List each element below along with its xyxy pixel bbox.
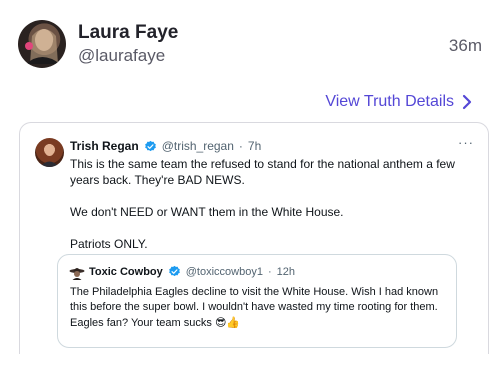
tweet-author-name: Trish Regan (70, 139, 139, 153)
quoted-time: 12h (276, 265, 295, 278)
verified-badge-icon (168, 265, 180, 277)
quoted-author-name: Toxic Cowboy (89, 265, 163, 278)
author-avatar[interactable] (18, 20, 66, 68)
view-truth-details-link[interactable]: View Truth Details (325, 93, 472, 111)
quoted-tweet-text: The Philadelphia Eagles decline to visit… (70, 286, 439, 329)
tweet-paragraph: Patriots ONLY. (70, 237, 148, 251)
author-handle[interactable]: @laurafaye (78, 46, 165, 66)
profile-photo-icon (25, 29, 60, 64)
tweet-header: Trish Regan @trish_regan · 7h (70, 139, 261, 153)
truth-post: Laura Faye @laurafaye 36m View Truth Det… (0, 0, 500, 365)
quoted-tweet-body: The Philadelphia Eagles decline to visit… (70, 285, 450, 331)
view-truth-details-label: View Truth Details (325, 93, 454, 110)
tweet-author-avatar (35, 138, 64, 167)
verified-badge-icon (144, 140, 156, 151)
post-header: Laura Faye @laurafaye 36m (0, 0, 500, 90)
tweet-time: 7h (247, 139, 262, 153)
post-timestamp[interactable]: 36m (449, 36, 482, 56)
emoji-sunglasses-thumbsup-icon: 😎👍 (214, 316, 241, 329)
quoted-tweet-card[interactable]: Toxic Cowboy @toxiccowboy1 · 12h The Phi… (57, 254, 457, 348)
cowboy-avatar-icon (69, 268, 85, 280)
tweet-author-handle: @trish_regan (161, 139, 234, 153)
embedded-tweet-card[interactable]: Trish Regan @trish_regan · 7h ··· This i… (19, 122, 489, 354)
tweet-body: This is the same team the refused to sta… (70, 156, 465, 252)
more-options-icon[interactable]: ··· (458, 135, 474, 150)
quoted-separator: · (267, 265, 272, 278)
tweet-separator: · (238, 139, 243, 153)
profile-photo-icon (40, 144, 59, 167)
tweet-paragraph: We don't NEED or WANT them in the White … (70, 205, 344, 219)
chevron-right-icon (462, 94, 472, 110)
quoted-author-handle: @toxiccowboy1 (185, 265, 263, 278)
tweet-paragraph: This is the same team the refused to sta… (70, 157, 455, 187)
author-display-name[interactable]: Laura Faye (78, 22, 178, 44)
quoted-tweet-header: Toxic Cowboy @toxiccowboy1 · 12h (89, 265, 295, 278)
